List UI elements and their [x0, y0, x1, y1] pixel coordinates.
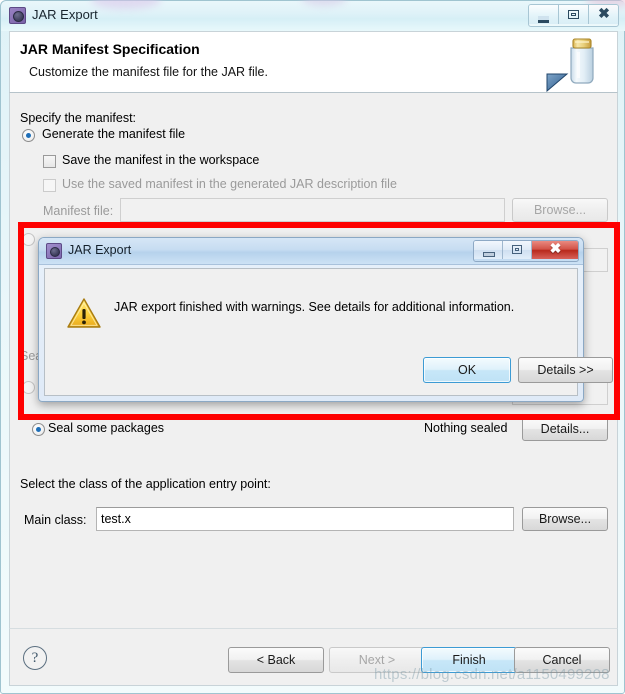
jar-export-result-dialog: JAR Export ✖ JAR export finished with wa…	[38, 237, 613, 402]
dialog-content: JAR export finished with warnings. See d…	[44, 268, 613, 396]
titlebar-glass-reflection-2	[301, 0, 347, 6]
close-button[interactable]: ✖	[589, 5, 618, 24]
titlebar-glass-reflection	[91, 0, 161, 9]
minimize-icon	[483, 252, 495, 257]
close-icon: ✖	[598, 7, 610, 22]
main-class-input[interactable]: test.x	[96, 507, 514, 531]
save-manifest-workspace-checkbox[interactable]	[43, 155, 56, 168]
watermark-text: https://blog.csdn.net/a1150499208	[374, 666, 610, 683]
window-titlebar: JAR Export ✖	[1, 0, 625, 31]
specify-manifest-label: Specify the manifest:	[20, 111, 137, 125]
sealing-radio-hidden-2[interactable]	[22, 381, 35, 394]
main-class-label: Main class:	[24, 513, 87, 527]
entry-point-label: Select the class of the application entr…	[20, 477, 271, 491]
jar-banner-icon	[546, 38, 594, 92]
nothing-sealed-status: Nothing sealed	[424, 421, 508, 435]
page-title: JAR Manifest Specification	[20, 41, 200, 57]
dialog-minimize-button[interactable]	[474, 241, 503, 259]
minimize-button[interactable]	[529, 5, 559, 24]
save-manifest-workspace-label: Save the manifest in the workspace	[62, 153, 260, 167]
dialog-window-controls: ✖	[473, 240, 579, 262]
use-saved-manifest-checkbox[interactable]	[43, 179, 56, 192]
window-title: JAR Export	[32, 7, 98, 22]
maximize-button[interactable]	[559, 5, 589, 24]
minimize-icon	[538, 16, 549, 23]
jar-export-app-icon	[9, 7, 26, 24]
back-button[interactable]: < Back	[228, 647, 324, 673]
dialog-titlebar: JAR Export ✖	[39, 238, 583, 265]
dialog-ok-button[interactable]: OK	[423, 357, 511, 383]
close-icon: ✖	[549, 242, 562, 257]
dialog-details-button[interactable]: Details >>	[518, 357, 613, 383]
help-icon[interactable]: ?	[23, 646, 47, 670]
use-saved-manifest-label: Use the saved manifest in the generated …	[62, 177, 397, 191]
generate-manifest-radio[interactable]	[22, 129, 35, 142]
warning-triangle-icon	[67, 298, 101, 328]
generate-manifest-label: Generate the manifest file	[42, 127, 186, 141]
seal-some-packages-label: Seal some packages	[48, 421, 165, 435]
maximize-icon	[512, 245, 522, 254]
jar-export-app-icon	[46, 243, 62, 259]
dialog-title: JAR Export	[68, 243, 132, 257]
dialog-maximize-button[interactable]	[503, 241, 532, 259]
main-class-browse-button[interactable]: Browse...	[522, 507, 608, 531]
dialog-message: JAR export finished with warnings. See d…	[114, 300, 515, 314]
window-controls: ✖	[528, 4, 619, 27]
manifest-browse-button[interactable]: Browse...	[512, 198, 608, 222]
seal-some-packages-radio[interactable]	[32, 423, 45, 436]
page-subtitle: Customize the manifest file for the JAR …	[29, 65, 268, 79]
dialog-close-button[interactable]: ✖	[532, 241, 578, 259]
maximize-icon	[568, 10, 579, 19]
wizard-header-banner: JAR Manifest Specification Customize the…	[9, 31, 618, 93]
seal-details-button[interactable]: Details...	[522, 417, 608, 441]
manifest-file-input[interactable]	[120, 198, 505, 222]
sealing-radio-hidden-1[interactable]	[22, 233, 35, 246]
manifest-file-label: Manifest file:	[43, 204, 114, 218]
